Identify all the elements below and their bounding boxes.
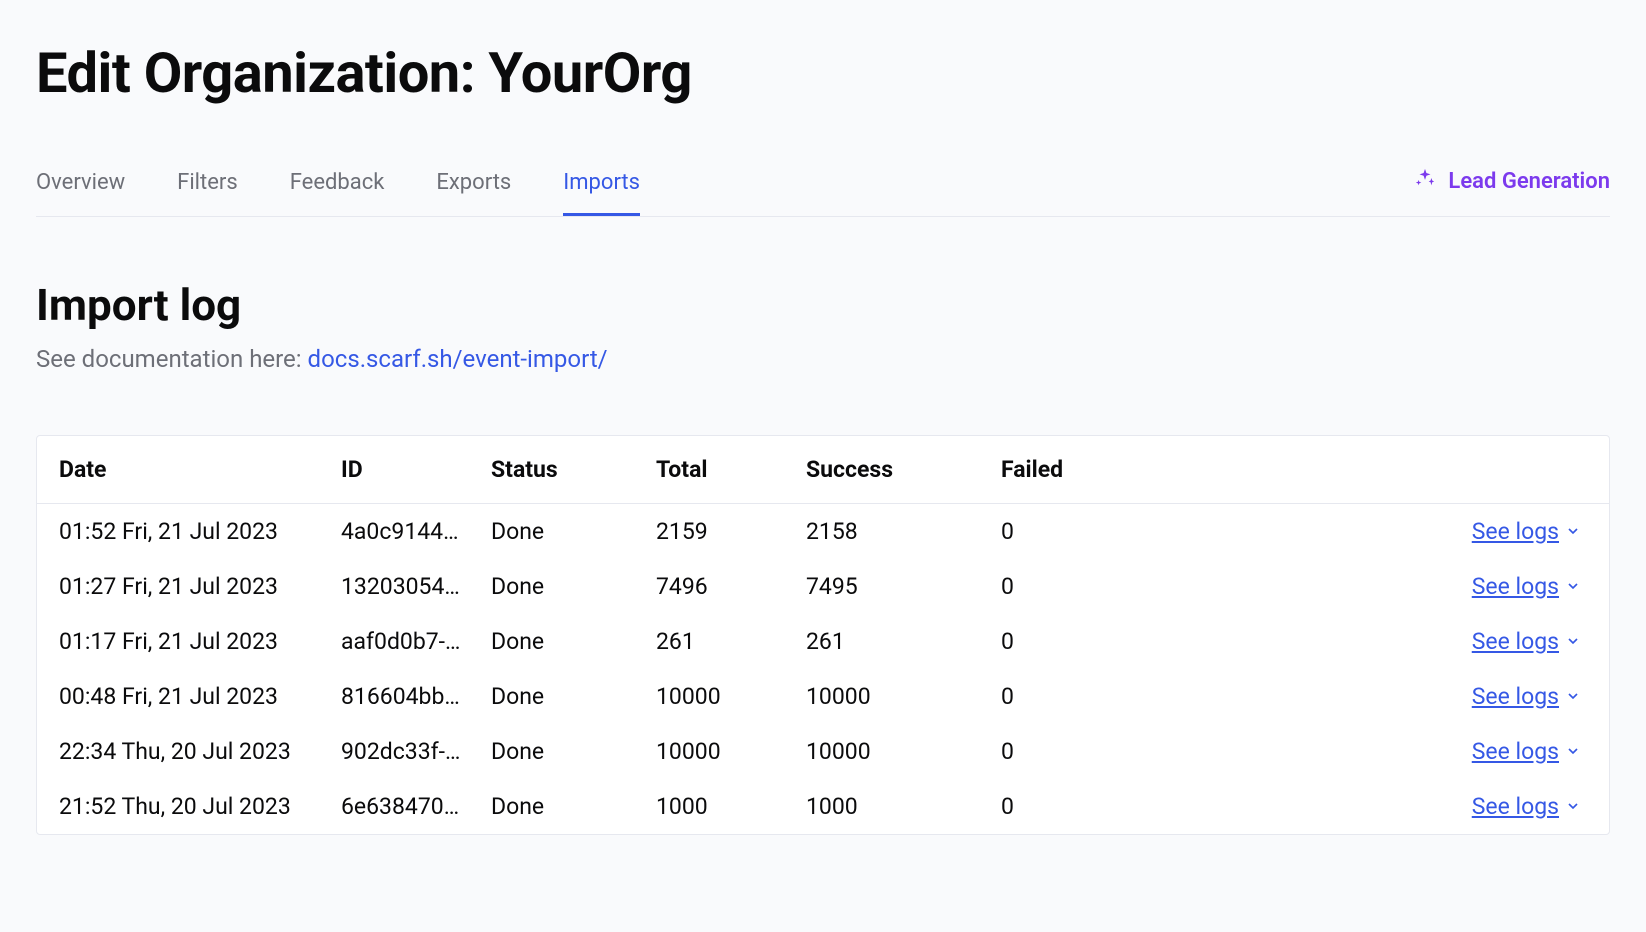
chevron-down-icon (1565, 573, 1581, 600)
table-row: 01:52 Fri, 21 Jul 20234a0c9144-…Done2159… (37, 504, 1609, 560)
tab-overview[interactable]: Overview (36, 156, 125, 216)
cell-success: 2158 (792, 504, 987, 560)
cell-id: 6e638470-… (327, 779, 477, 834)
tab-feedback[interactable]: Feedback (290, 156, 385, 216)
cell-status: Done (477, 779, 642, 834)
cell-action: See logs (1137, 614, 1609, 669)
see-logs-button[interactable]: See logs (1472, 683, 1581, 710)
col-header-date: Date (37, 436, 327, 504)
cell-date: 01:52 Fri, 21 Jul 2023 (37, 504, 327, 560)
see-logs-label: See logs (1472, 628, 1559, 655)
cell-success: 10000 (792, 669, 987, 724)
import-log-table-card: Date ID Status Total Success Failed 01:5… (36, 435, 1610, 835)
cell-total: 261 (642, 614, 792, 669)
chevron-down-icon (1565, 793, 1581, 820)
table-row: 00:48 Fri, 21 Jul 2023816604bb-…Done1000… (37, 669, 1609, 724)
cell-id: aaf0d0b7-… (327, 614, 477, 669)
col-header-status: Status (477, 436, 642, 504)
tabs: Overview Filters Feedback Exports Imports (36, 156, 640, 216)
table-row: 01:17 Fri, 21 Jul 2023aaf0d0b7-…Done2612… (37, 614, 1609, 669)
cell-total: 2159 (642, 504, 792, 560)
table-row: 01:27 Fri, 21 Jul 202313203054-…Done7496… (37, 559, 1609, 614)
tab-filters[interactable]: Filters (177, 156, 238, 216)
lead-generation-label: Lead Generation (1448, 169, 1610, 194)
cell-action: See logs (1137, 669, 1609, 724)
cell-failed: 0 (987, 779, 1137, 834)
cell-status: Done (477, 669, 642, 724)
cell-date: 22:34 Thu, 20 Jul 2023 (37, 724, 327, 779)
see-logs-label: See logs (1472, 738, 1559, 765)
chevron-down-icon (1565, 683, 1581, 710)
cell-failed: 0 (987, 724, 1137, 779)
cell-total: 10000 (642, 669, 792, 724)
table-header-row: Date ID Status Total Success Failed (37, 436, 1609, 504)
see-logs-button[interactable]: See logs (1472, 573, 1581, 600)
cell-id: 902dc33f-… (327, 724, 477, 779)
table-row: 21:52 Thu, 20 Jul 20236e638470-…Done1000… (37, 779, 1609, 834)
doc-line: See documentation here: docs.scarf.sh/ev… (36, 345, 1610, 373)
see-logs-button[interactable]: See logs (1472, 628, 1581, 655)
chevron-down-icon (1565, 738, 1581, 765)
tabs-row: Overview Filters Feedback Exports Imports Le… (36, 156, 1610, 217)
cell-action: See logs (1137, 504, 1609, 560)
cell-date: 01:27 Fri, 21 Jul 2023 (37, 559, 327, 614)
cell-success: 10000 (792, 724, 987, 779)
chevron-down-icon (1565, 518, 1581, 545)
see-logs-label: See logs (1472, 518, 1559, 545)
see-logs-label: See logs (1472, 793, 1559, 820)
cell-status: Done (477, 559, 642, 614)
import-log-table: Date ID Status Total Success Failed 01:5… (37, 436, 1609, 834)
page-title: Edit Organization: YourOrg (36, 0, 1610, 156)
tab-imports[interactable]: Imports (563, 156, 640, 216)
cell-status: Done (477, 504, 642, 560)
cell-failed: 0 (987, 559, 1137, 614)
cell-failed: 0 (987, 504, 1137, 560)
col-header-success: Success (792, 436, 987, 504)
col-header-failed: Failed (987, 436, 1137, 504)
cell-success: 261 (792, 614, 987, 669)
cell-total: 1000 (642, 779, 792, 834)
cell-action: See logs (1137, 559, 1609, 614)
see-logs-label: See logs (1472, 573, 1559, 600)
col-header-action (1137, 436, 1609, 504)
cell-total: 7496 (642, 559, 792, 614)
cell-status: Done (477, 614, 642, 669)
cell-success: 1000 (792, 779, 987, 834)
cell-date: 21:52 Thu, 20 Jul 2023 (37, 779, 327, 834)
section-title: Import log (36, 217, 1610, 345)
tab-exports[interactable]: Exports (436, 156, 511, 216)
cell-date: 01:17 Fri, 21 Jul 2023 (37, 614, 327, 669)
cell-id: 4a0c9144-… (327, 504, 477, 560)
cell-date: 00:48 Fri, 21 Jul 2023 (37, 669, 327, 724)
see-logs-label: See logs (1472, 683, 1559, 710)
chevron-down-icon (1565, 628, 1581, 655)
cell-id: 816604bb-… (327, 669, 477, 724)
col-header-id: ID (327, 436, 477, 504)
see-logs-button[interactable]: See logs (1472, 518, 1581, 545)
sparkle-icon (1414, 167, 1436, 195)
doc-prefix: See documentation here: (36, 345, 308, 373)
table-row: 22:34 Thu, 20 Jul 2023902dc33f-…Done1000… (37, 724, 1609, 779)
cell-action: See logs (1137, 779, 1609, 834)
cell-success: 7495 (792, 559, 987, 614)
cell-failed: 0 (987, 614, 1137, 669)
cell-status: Done (477, 724, 642, 779)
see-logs-button[interactable]: See logs (1472, 738, 1581, 765)
cell-action: See logs (1137, 724, 1609, 779)
col-header-total: Total (642, 436, 792, 504)
doc-link[interactable]: docs.scarf.sh/event-import/ (308, 345, 608, 373)
cell-total: 10000 (642, 724, 792, 779)
lead-generation-link[interactable]: Lead Generation (1414, 167, 1610, 205)
cell-id: 13203054-… (327, 559, 477, 614)
see-logs-button[interactable]: See logs (1472, 793, 1581, 820)
cell-failed: 0 (987, 669, 1137, 724)
